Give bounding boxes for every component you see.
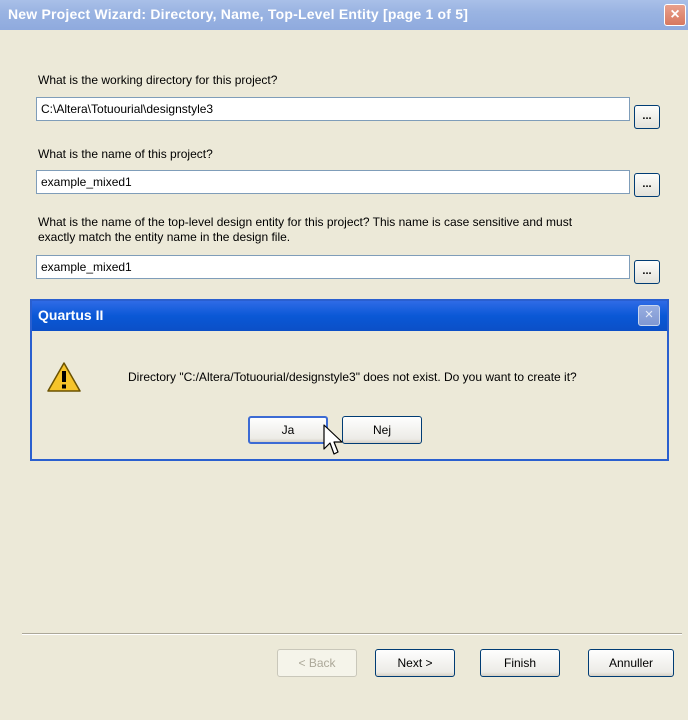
top-level-entity-input[interactable]: example_mixed1 bbox=[36, 255, 630, 279]
working-directory-label: What is the working directory for this p… bbox=[38, 73, 278, 87]
yes-button[interactable]: Ja bbox=[248, 416, 328, 444]
working-directory-input[interactable]: C:\Altera\Totuourial\designstyle3 bbox=[36, 97, 630, 121]
close-icon[interactable]: × bbox=[664, 4, 686, 26]
wizard-title-bar[interactable]: New Project Wizard: Directory, Name, Top… bbox=[0, 0, 688, 30]
quartus-message-dialog: Quartus II × Directory "C:/Altera/Totuou… bbox=[30, 299, 669, 461]
dialog-title: Quartus II bbox=[38, 307, 104, 323]
finish-button[interactable]: Finish bbox=[480, 649, 560, 677]
wizard-title: New Project Wizard: Directory, Name, Top… bbox=[8, 6, 469, 22]
project-name-input[interactable]: example_mixed1 bbox=[36, 170, 630, 194]
dialog-message: Directory "C:/Altera/Totuourial/designst… bbox=[128, 370, 577, 384]
top-level-entity-label: What is the name of the top-level design… bbox=[38, 215, 573, 229]
project-name-browse-button[interactable]: ... bbox=[634, 173, 660, 197]
top-level-entity-browse-button[interactable]: ... bbox=[634, 260, 660, 284]
footer-separator bbox=[22, 633, 682, 635]
dialog-title-bar[interactable]: Quartus II × bbox=[32, 301, 667, 331]
mouse-cursor-icon bbox=[323, 424, 343, 455]
dialog-close-icon[interactable]: × bbox=[638, 305, 660, 326]
warning-icon bbox=[47, 362, 81, 392]
project-name-label: What is the name of this project? bbox=[38, 147, 213, 161]
cancel-button[interactable]: Annuller bbox=[588, 649, 674, 677]
no-button[interactable]: Nej bbox=[342, 416, 422, 444]
back-button[interactable]: < Back bbox=[277, 649, 357, 677]
next-button[interactable]: Next > bbox=[375, 649, 455, 677]
working-directory-browse-button[interactable]: ... bbox=[634, 105, 660, 129]
top-level-entity-label-line2: exactly match the entity name in the des… bbox=[38, 230, 291, 244]
